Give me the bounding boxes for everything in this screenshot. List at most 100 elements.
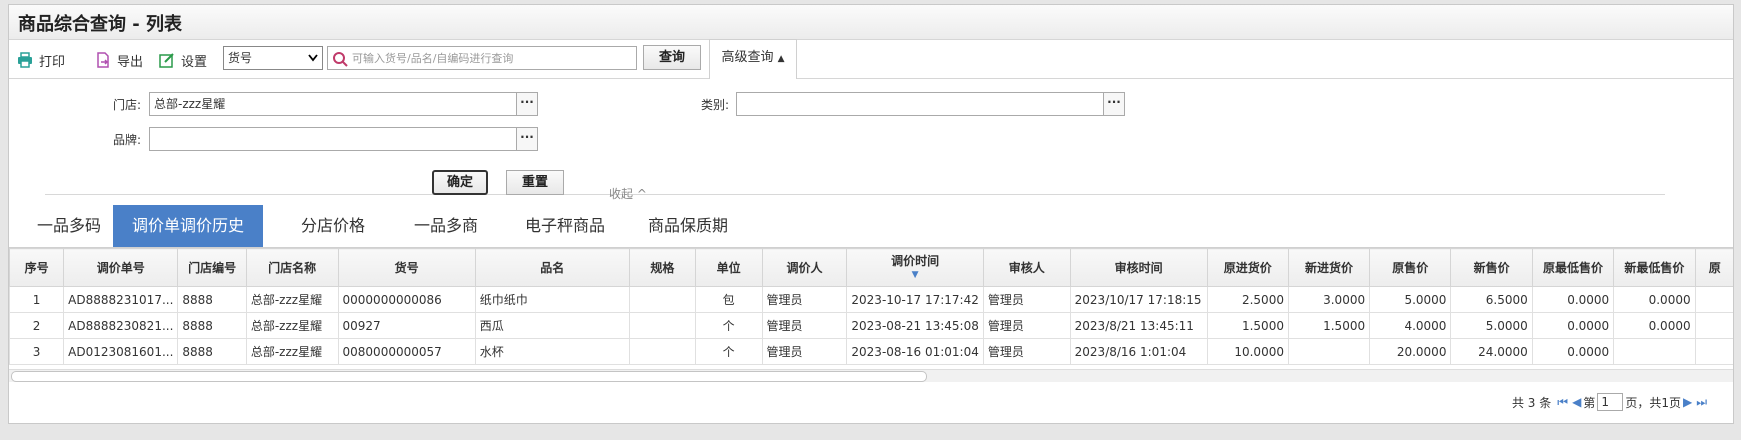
search-field-select[interactable]: 货号 xyxy=(223,46,323,70)
export-button[interactable]: 导出 xyxy=(95,51,143,70)
cell-new-cost xyxy=(1287,338,1371,365)
advanced-query-label: 高级查询 xyxy=(721,50,774,65)
cell-spec xyxy=(628,286,696,313)
tab-multi-code[interactable]: 一品多码 xyxy=(21,205,117,247)
col-header-seq[interactable]: 序号 xyxy=(9,248,65,287)
next-page-icon[interactable]: ▶ xyxy=(1683,395,1692,409)
print-button[interactable]: 打印 xyxy=(17,51,65,70)
reset-button[interactable]: 重置 xyxy=(506,170,564,195)
col-header-old-cost[interactable]: 原进货价 xyxy=(1206,248,1289,287)
caret-up-icon: ▲ xyxy=(777,54,785,64)
cell-old-cost: 1.5000 xyxy=(1206,312,1289,339)
table-row[interactable]: 1 AD8888231017... 8888 总部-zzz星耀 000000000008… xyxy=(9,286,1733,313)
prev-page-icon[interactable]: ◀ xyxy=(1572,395,1581,409)
page-suffix: 页，共1页 xyxy=(1625,395,1681,410)
cell-reviewer: 管理员 xyxy=(982,286,1071,313)
pagination: 共 3 条 ⏮ ◀ 第 1 页，共1页 ▶ ⏭ xyxy=(1512,393,1709,411)
store-picker-button[interactable]: ··· xyxy=(516,92,538,116)
advanced-query-tab[interactable]: 高级查询 ▲ xyxy=(709,39,797,79)
cell-unit: 包 xyxy=(694,286,763,313)
last-page-icon[interactable]: ⏭ xyxy=(1696,395,1707,410)
tab-bar: 一品多码 调价单调价历史 分店价格 一品多商 电子秤商品 商品保质期 xyxy=(9,205,1733,248)
col-header-item-no[interactable]: 货号 xyxy=(337,248,476,287)
col-header-adjust-time[interactable]: 调价时间 ▼ xyxy=(846,248,984,287)
cell-new-cost: 3.0000 xyxy=(1287,286,1371,313)
cell-old-min-price: 0.0000 xyxy=(1531,286,1615,313)
cell-store-no: 8888 xyxy=(177,312,247,339)
col-header-store-no[interactable]: 门店编号 xyxy=(177,248,247,287)
cell-store-name: 总部-zzz星耀 xyxy=(245,338,339,365)
printer-icon xyxy=(18,52,32,68)
cell-new-price: 24.0000 xyxy=(1450,338,1533,365)
category-field[interactable] xyxy=(736,92,1104,116)
total-count: 共 3 条 xyxy=(1511,395,1552,410)
tab-branch-price[interactable]: 分店价格 xyxy=(279,205,387,247)
cell-old-cost: 10.0000 xyxy=(1206,338,1289,365)
cell-adjust-no: AD8888230821... xyxy=(63,312,179,339)
col-header-item-name[interactable]: 品名 xyxy=(474,248,630,287)
cell-item-no: 0080000000057 xyxy=(337,338,476,365)
cell-store-no: 8888 xyxy=(177,286,247,313)
confirm-button[interactable]: 确定 xyxy=(432,170,488,195)
col-header-old-price[interactable]: 原售价 xyxy=(1369,248,1452,287)
col-header-new-price[interactable]: 新售价 xyxy=(1450,248,1533,287)
table-body: 1 AD8888231017... 8888 总部-zzz星耀 000000000008… xyxy=(9,286,1733,365)
col-header-old-min-price[interactable]: 原最低售价 xyxy=(1531,248,1615,287)
cell-new-min-price: 0.0000 xyxy=(1613,312,1696,339)
collapse-link[interactable]: 收起 ^ xyxy=(609,185,647,202)
brand-field[interactable] xyxy=(149,127,517,151)
col-header-spec[interactable]: 规格 xyxy=(628,248,696,287)
cell-item-name: 纸巾纸巾 xyxy=(474,286,630,313)
col-header-review-time[interactable]: 审核时间 xyxy=(1069,248,1208,287)
table-row[interactable]: 3 AD0123081601... 8888 总部-zzz星耀 008000000005… xyxy=(9,338,1733,365)
col-header-store-name[interactable]: 门店名称 xyxy=(245,248,339,287)
cell-item-no: 00927 xyxy=(337,312,476,339)
table-row[interactable]: 2 AD8888230821... 8888 总部-zzz星耀 00927 西瓜个管理员 2… xyxy=(9,312,1733,339)
cell-adjust-no: AD8888231017... xyxy=(63,286,179,313)
tab-shelf-life[interactable]: 商品保质期 xyxy=(615,205,761,247)
query-button[interactable]: 查询 xyxy=(643,45,701,70)
data-grid: 序号 调价单号 门店编号 门店名称 货号 品名 规格 单位 调价人 调价时间 ▼… xyxy=(9,248,1733,365)
search-box xyxy=(327,46,637,70)
scrollbar-thumb[interactable] xyxy=(11,371,927,382)
cell-adjuster: 管理员 xyxy=(761,312,848,339)
tab-price-adjust-history[interactable]: 调价单调价历史 xyxy=(113,205,263,247)
history-table: 序号 调价单号 门店编号 门店名称 货号 品名 规格 单位 调价人 调价时间 ▼… xyxy=(9,248,1733,365)
cell-new-min-price xyxy=(1613,338,1696,365)
tab-multi-supplier[interactable]: 一品多商 xyxy=(391,205,501,247)
store-field[interactable]: 总部-zzz星耀 xyxy=(149,92,517,116)
cell-spec xyxy=(628,338,696,365)
cell-adjuster: 管理员 xyxy=(761,286,848,313)
tab-scale-goods[interactable]: 电子秤商品 xyxy=(495,205,635,247)
collapse-label: 收起 xyxy=(609,187,634,201)
advanced-query-panel: 门店: 总部-zzz星耀 ··· 类别: ··· 品牌: ··· xyxy=(9,79,1733,207)
cell-item-no: 0000000000086 xyxy=(337,286,476,313)
col-header-unit[interactable]: 单位 xyxy=(694,248,763,287)
col-header-new-min-price[interactable]: 新最低售价 xyxy=(1613,248,1696,287)
brand-label: 品牌: xyxy=(113,133,142,147)
page-number-input[interactable]: 1 xyxy=(1597,393,1624,411)
col-header-reviewer[interactable]: 审核人 xyxy=(982,248,1071,287)
cell-old-min-price: 0.0000 xyxy=(1531,338,1615,365)
chevron-up-icon: ^ xyxy=(636,187,647,201)
col-header-adjuster[interactable]: 调价人 xyxy=(761,248,848,287)
page-prefix: 第 xyxy=(1583,395,1596,410)
main-window: 商品综合查询 - 列表 打印 导出 设置 货号 查询 高级查询 ▲ 门店: xyxy=(8,4,1734,424)
horizontal-scrollbar[interactable] xyxy=(9,369,1733,382)
settings-button[interactable]: 设置 xyxy=(159,51,207,70)
first-page-icon[interactable]: ⏮ xyxy=(1557,395,1568,410)
cell-spec xyxy=(628,312,696,339)
edit-settings-icon xyxy=(159,53,174,68)
sort-desc-icon: ▼ xyxy=(911,269,919,280)
cell-old-cost: 2.5000 xyxy=(1206,286,1289,313)
cell-unit: 个 xyxy=(694,312,763,339)
category-label: 类别: xyxy=(701,98,730,112)
col-header-adjust-no[interactable]: 调价单号 xyxy=(63,248,179,287)
col-header-more[interactable]: 原 xyxy=(1694,248,1733,287)
cell-reviewer: 管理员 xyxy=(982,312,1071,339)
category-picker-button[interactable]: ··· xyxy=(1103,92,1125,116)
search-input[interactable] xyxy=(352,49,632,67)
col-header-new-cost[interactable]: 新进货价 xyxy=(1287,248,1371,287)
cell-old-min-price: 0.0000 xyxy=(1531,312,1615,339)
brand-picker-button[interactable]: ··· xyxy=(516,127,538,151)
